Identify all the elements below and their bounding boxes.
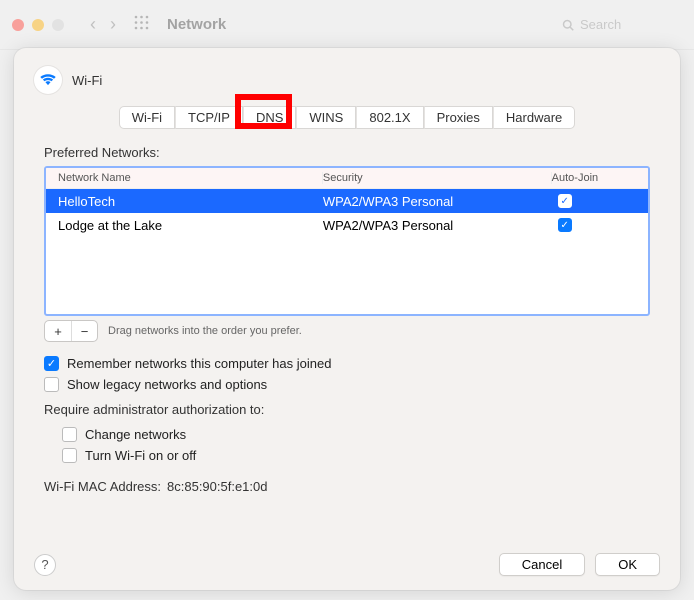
toggle-wifi-label: Turn Wi-Fi on or off xyxy=(85,448,196,463)
tab-dns[interactable]: DNS xyxy=(243,106,296,129)
drag-hint: Drag networks into the order you prefer. xyxy=(108,325,302,337)
search-icon xyxy=(562,19,574,31)
remove-network-button[interactable]: − xyxy=(71,321,97,341)
cell-security: WPA2/WPA3 Personal xyxy=(323,194,552,209)
close-window-button[interactable] xyxy=(12,19,24,31)
change-networks-label: Change networks xyxy=(85,427,186,442)
legacy-checkbox[interactable] xyxy=(44,377,59,392)
cell-autojoin[interactable]: ✓ xyxy=(552,218,648,232)
legacy-label: Show legacy networks and options xyxy=(67,377,267,392)
add-network-button[interactable]: + xyxy=(45,321,71,341)
col-header-name[interactable]: Network Name xyxy=(46,172,323,184)
mac-value: 8c:85:90:5f:e1:0d xyxy=(167,479,267,494)
cell-security: WPA2/WPA3 Personal xyxy=(323,218,552,233)
add-remove-segment: + − xyxy=(44,320,98,342)
sheet-footer: ? Cancel OK xyxy=(34,553,660,576)
admin-label: Require administrator authorization to: xyxy=(44,402,650,417)
toolbar-title: Network xyxy=(167,16,226,33)
cell-name: HelloTech xyxy=(46,194,323,209)
toggle-wifi-row[interactable]: Turn Wi-Fi on or off xyxy=(62,448,650,463)
check-icon: ✓ xyxy=(558,194,572,208)
sheet-header: Wi-Fi xyxy=(34,66,660,94)
forward-button[interactable]: › xyxy=(110,14,116,35)
all-prefs-icon[interactable] xyxy=(134,15,149,34)
table-row[interactable]: Lodge at the Lake WPA2/WPA3 Personal ✓ xyxy=(46,213,648,237)
tab-tcpip[interactable]: TCP/IP xyxy=(175,106,243,129)
change-networks-checkbox[interactable] xyxy=(62,427,77,442)
cell-name: Lodge at the Lake xyxy=(46,218,323,233)
tab-wins[interactable]: WINS xyxy=(296,106,356,129)
remember-checkbox[interactable]: ✓ xyxy=(44,356,59,371)
check-icon: ✓ xyxy=(558,218,572,232)
table-body: HelloTech WPA2/WPA3 Personal ✓ Lodge at … xyxy=(46,189,648,314)
legacy-row[interactable]: Show legacy networks and options xyxy=(44,377,650,392)
search-field[interactable]: Search xyxy=(552,13,682,36)
toggle-wifi-checkbox[interactable] xyxy=(62,448,77,463)
window-toolbar: ‹ › Network Search xyxy=(0,0,694,50)
preferred-networks-label: Preferred Networks: xyxy=(44,145,650,160)
preferred-networks-table[interactable]: Network Name Security Auto-Join HelloTec… xyxy=(44,166,650,316)
traffic-lights xyxy=(12,19,64,31)
remember-label: Remember networks this computer has join… xyxy=(67,356,331,371)
col-header-autojoin[interactable]: Auto-Join xyxy=(552,172,648,184)
tab-8021x[interactable]: 802.1X xyxy=(356,106,423,129)
ok-button[interactable]: OK xyxy=(595,553,660,576)
search-placeholder: Search xyxy=(580,17,621,32)
col-header-security[interactable]: Security xyxy=(323,172,552,184)
cancel-button[interactable]: Cancel xyxy=(499,553,585,576)
change-networks-row[interactable]: Change networks xyxy=(62,427,650,442)
sheet-title: Wi-Fi xyxy=(72,73,102,88)
zoom-window-button[interactable] xyxy=(52,19,64,31)
cell-autojoin[interactable]: ✓ xyxy=(552,194,648,208)
settings-sheet: Wi-Fi Wi-Fi TCP/IP DNS WINS 802.1X Proxi… xyxy=(14,48,680,590)
tab-proxies[interactable]: Proxies xyxy=(424,106,493,129)
table-row[interactable]: HelloTech WPA2/WPA3 Personal ✓ xyxy=(46,189,648,213)
mac-label: Wi-Fi MAC Address: xyxy=(44,479,161,494)
tab-hardware[interactable]: Hardware xyxy=(493,106,575,129)
back-button[interactable]: ‹ xyxy=(90,14,96,35)
wifi-icon xyxy=(34,66,62,94)
remember-row[interactable]: ✓ Remember networks this computer has jo… xyxy=(44,356,650,371)
nav-buttons: ‹ › xyxy=(90,14,116,35)
help-button[interactable]: ? xyxy=(34,554,56,576)
tabs-bar: Wi-Fi TCP/IP DNS WINS 802.1X Proxies Har… xyxy=(34,106,660,129)
minimize-window-button[interactable] xyxy=(32,19,44,31)
tab-wifi[interactable]: Wi-Fi xyxy=(119,106,175,129)
table-header: Network Name Security Auto-Join xyxy=(46,168,648,189)
